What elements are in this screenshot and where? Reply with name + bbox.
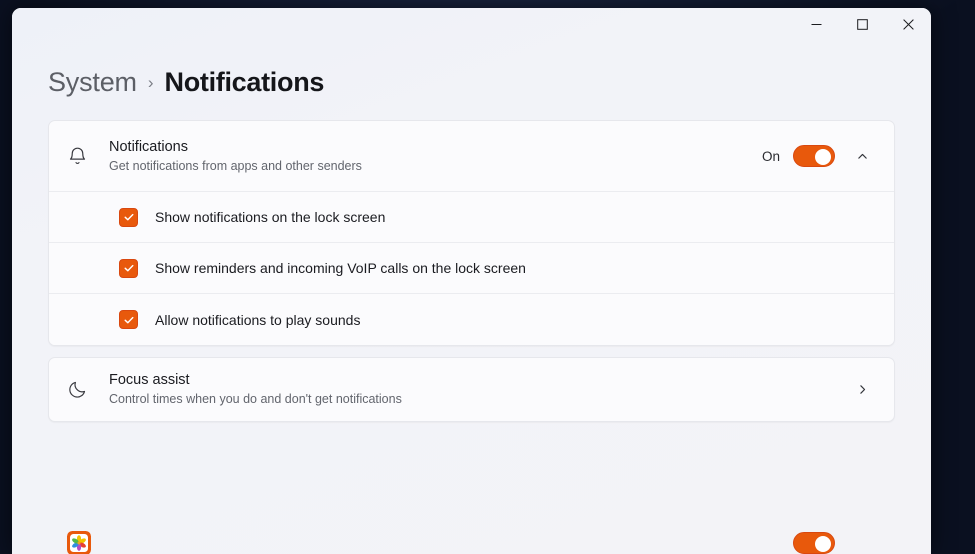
checkbox-label: Show reminders and incoming VoIP calls o…: [155, 260, 526, 276]
check-icon: [123, 314, 135, 326]
check-icon: [123, 262, 135, 274]
notifications-title: Notifications: [109, 139, 762, 156]
bell-icon: [67, 146, 109, 167]
notifications-header-row[interactable]: Notifications Get notifications from app…: [49, 121, 894, 192]
focus-assist-card: Focus assist Control times when you do a…: [48, 357, 895, 422]
settings-window: System › Notifications Notifications Get…: [12, 8, 931, 554]
maximize-icon: [857, 19, 868, 30]
app-toggle-icloud-photos[interactable]: [793, 532, 835, 554]
maximize-button[interactable]: [839, 8, 885, 40]
chevron-up-icon[interactable]: [848, 142, 876, 170]
breadcrumb-parent-system[interactable]: System: [48, 67, 137, 98]
checkbox-show-reminders-voip[interactable]: [119, 259, 138, 278]
card-spacer: [48, 346, 895, 357]
focus-assist-text: Focus assist Control times when you do a…: [109, 372, 848, 406]
focus-assist-row[interactable]: Focus assist Control times when you do a…: [49, 358, 894, 421]
notifications-card: Notifications Get notifications from app…: [48, 120, 895, 346]
check-icon: [123, 211, 135, 223]
notifications-subtitle: Get notifications from apps and other se…: [109, 159, 762, 173]
checkbox-show-notifications-lock-screen[interactable]: [119, 208, 138, 227]
checkbox-row-voip-calls[interactable]: Show reminders and incoming VoIP calls o…: [49, 243, 894, 294]
checkbox-row-lock-screen[interactable]: Show notifications on the lock screen: [49, 192, 894, 243]
page-title: Notifications: [165, 67, 325, 98]
breadcrumb-separator: ›: [148, 73, 154, 93]
checkbox-allow-play-sounds[interactable]: [119, 310, 138, 329]
chevron-right-icon[interactable]: [848, 376, 876, 404]
notifications-toggle[interactable]: [793, 145, 835, 167]
notifications-state-label: On: [762, 149, 780, 164]
close-button[interactable]: [885, 8, 931, 40]
minimize-icon: [811, 19, 822, 30]
title-bar: [12, 8, 931, 55]
breadcrumb: System › Notifications: [12, 61, 931, 103]
checkbox-row-play-sounds[interactable]: Allow notifications to play sounds: [49, 294, 894, 345]
settings-content: Notifications Get notifications from app…: [12, 120, 931, 422]
checkbox-label: Allow notifications to play sounds: [155, 312, 360, 328]
close-icon: [903, 19, 914, 30]
moon-icon: [67, 379, 109, 400]
focus-assist-title: Focus assist: [109, 372, 848, 389]
notifications-row-controls: On: [762, 142, 876, 170]
focus-assist-subtitle: Control times when you do and don't get …: [109, 392, 848, 406]
checkbox-label: Show notifications on the lock screen: [155, 209, 385, 225]
notifications-row-text: Notifications Get notifications from app…: [109, 139, 762, 173]
icloud-photos-icon: [67, 531, 91, 554]
minimize-button[interactable]: [793, 8, 839, 40]
toggle-knob: [815, 149, 831, 165]
